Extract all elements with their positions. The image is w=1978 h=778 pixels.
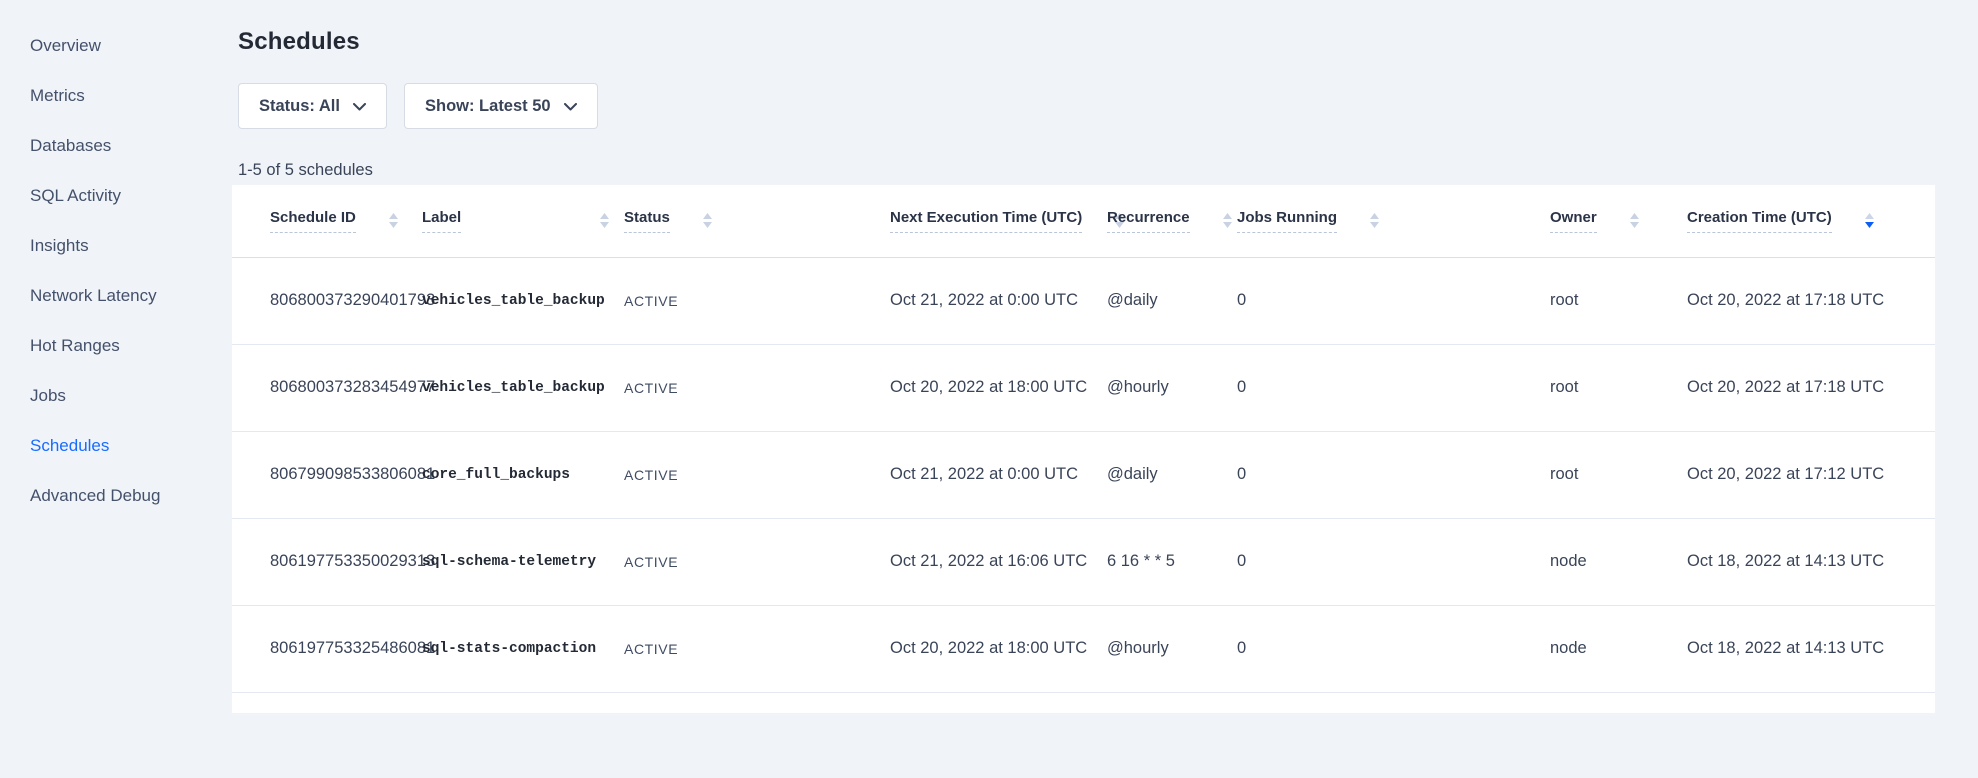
cell-label: core_full_backups: [422, 431, 624, 518]
cell-next-execution: Oct 21, 2022 at 0:00 UTC: [890, 257, 1107, 344]
table-row[interactable]: 806197753325486081sql-stats-compactionAC…: [232, 605, 1935, 692]
sidebar-item-jobs[interactable]: Jobs: [0, 371, 232, 421]
cell-creation-time: Oct 20, 2022 at 17:18 UTC: [1687, 344, 1935, 431]
sidebar-item-insights[interactable]: Insights: [0, 221, 232, 271]
show-filter-label: Show: Latest 50: [425, 97, 551, 116]
cell-creation-time: Oct 18, 2022 at 14:13 UTC: [1687, 605, 1935, 692]
cell-recurrence: @daily: [1107, 431, 1237, 518]
cell-owner: root: [1550, 431, 1687, 518]
sort-carets-icon[interactable]: [388, 212, 399, 229]
cell-status: ACTIVE: [624, 344, 890, 431]
cell-label: sql-stats-compaction: [422, 605, 624, 692]
show-filter-dropdown[interactable]: Show: Latest 50: [404, 83, 598, 129]
cell-owner: node: [1550, 518, 1687, 605]
schedules-table: Schedule ID Label Status Next Execution Tim…: [232, 185, 1935, 693]
cell-recurrence: 6 16 * * 5: [1107, 518, 1237, 605]
sidebar-item-network-latency[interactable]: Network Latency: [0, 271, 232, 321]
cell-recurrence: @hourly: [1107, 605, 1237, 692]
cell-jobs-running: 0: [1237, 344, 1550, 431]
table-row[interactable]: 806799098533806081core_full_backupsACTIV…: [232, 431, 1935, 518]
cell-label: sql-schema-telemetry: [422, 518, 624, 605]
cell-id: 806799098533806081: [232, 431, 422, 518]
column-header-schedule-id[interactable]: Schedule ID: [232, 185, 422, 257]
cell-next-execution: Oct 20, 2022 at 18:00 UTC: [890, 605, 1107, 692]
table-header-row: Schedule ID Label Status Next Execution Tim…: [232, 185, 1935, 257]
cell-next-execution: Oct 20, 2022 at 18:00 UTC: [890, 344, 1107, 431]
cell-jobs-running: 0: [1237, 605, 1550, 692]
cell-recurrence: @daily: [1107, 257, 1237, 344]
schedules-table-panel: Schedule ID Label Status Next Execution Tim…: [232, 185, 1935, 713]
column-label: Schedule ID: [270, 209, 356, 233]
cell-status: ACTIVE: [624, 605, 890, 692]
cell-jobs-running: 0: [1237, 518, 1550, 605]
cell-owner: root: [1550, 257, 1687, 344]
sort-carets-icon[interactable]: [1222, 212, 1233, 229]
filter-bar: Status: All Show: Latest 50: [238, 83, 1978, 129]
status-filter-dropdown[interactable]: Status: All: [238, 83, 387, 129]
cell-label: vehicles_table_backup: [422, 344, 624, 431]
sort-carets-icon[interactable]: [1864, 212, 1875, 229]
column-header-owner[interactable]: Owner: [1550, 185, 1687, 257]
cell-recurrence: @hourly: [1107, 344, 1237, 431]
sidebar-item-metrics[interactable]: Metrics: [0, 71, 232, 121]
sidebar-item-schedules[interactable]: Schedules: [0, 421, 232, 471]
chevron-down-icon: [353, 101, 366, 111]
cell-next-execution: Oct 21, 2022 at 16:06 UTC: [890, 518, 1107, 605]
cell-creation-time: Oct 20, 2022 at 17:18 UTC: [1687, 257, 1935, 344]
column-label: Status: [624, 209, 670, 233]
main-content: Schedules Status: All Show: Latest 50 1-…: [232, 0, 1978, 778]
sidebar-item-overview[interactable]: Overview: [0, 21, 232, 71]
cell-owner: node: [1550, 605, 1687, 692]
results-count: 1-5 of 5 schedules: [238, 160, 1978, 180]
cell-creation-time: Oct 20, 2022 at 17:12 UTC: [1687, 431, 1935, 518]
cell-status: ACTIVE: [624, 257, 890, 344]
column-label: Jobs Running: [1237, 209, 1337, 233]
cell-status: ACTIVE: [624, 518, 890, 605]
table-row[interactable]: 806800373283454977vehicles_table_backupA…: [232, 344, 1935, 431]
column-label: Creation Time (UTC): [1687, 209, 1832, 233]
column-header-jobs-running[interactable]: Jobs Running: [1237, 185, 1550, 257]
cell-label: vehicles_table_backup: [422, 257, 624, 344]
table-row[interactable]: 806197753350029313sql-schema-telemetryAC…: [232, 518, 1935, 605]
status-filter-label: Status: All: [259, 97, 340, 116]
cell-id: 806197753350029313: [232, 518, 422, 605]
column-header-recurrence[interactable]: Recurrence: [1107, 185, 1237, 257]
sort-carets-icon[interactable]: [1369, 212, 1380, 229]
column-label: Recurrence: [1107, 209, 1190, 233]
cell-jobs-running: 0: [1237, 257, 1550, 344]
cell-id: 806197753325486081: [232, 605, 422, 692]
column-header-status[interactable]: Status: [624, 185, 890, 257]
cell-next-execution: Oct 21, 2022 at 0:00 UTC: [890, 431, 1107, 518]
cell-status: ACTIVE: [624, 431, 890, 518]
column-label: Next Execution Time (UTC): [890, 209, 1082, 233]
cell-id: 806800373290401793: [232, 257, 422, 344]
page-title: Schedules: [238, 27, 1978, 57]
cell-owner: root: [1550, 344, 1687, 431]
column-label: Owner: [1550, 209, 1597, 233]
chevron-down-icon: [564, 101, 577, 111]
cell-jobs-running: 0: [1237, 431, 1550, 518]
cell-creation-time: Oct 18, 2022 at 14:13 UTC: [1687, 518, 1935, 605]
column-header-label[interactable]: Label: [422, 185, 624, 257]
table-row[interactable]: 806800373290401793vehicles_table_backupA…: [232, 257, 1935, 344]
column-label: Label: [422, 209, 461, 233]
sidebar-item-sql-activity[interactable]: SQL Activity: [0, 171, 232, 221]
sort-carets-icon[interactable]: [702, 212, 713, 229]
column-header-creation-time-utc[interactable]: Creation Time (UTC): [1687, 185, 1935, 257]
sort-carets-icon[interactable]: [599, 212, 610, 229]
sort-carets-icon[interactable]: [1629, 212, 1640, 229]
cell-id: 806800373283454977: [232, 344, 422, 431]
column-header-next-execution-time-utc[interactable]: Next Execution Time (UTC): [890, 185, 1107, 257]
sidebar: OverviewMetricsDatabasesSQL ActivityInsi…: [0, 0, 232, 778]
sidebar-item-hot-ranges[interactable]: Hot Ranges: [0, 321, 232, 371]
sidebar-item-databases[interactable]: Databases: [0, 121, 232, 171]
sidebar-item-advanced-debug[interactable]: Advanced Debug: [0, 471, 232, 521]
